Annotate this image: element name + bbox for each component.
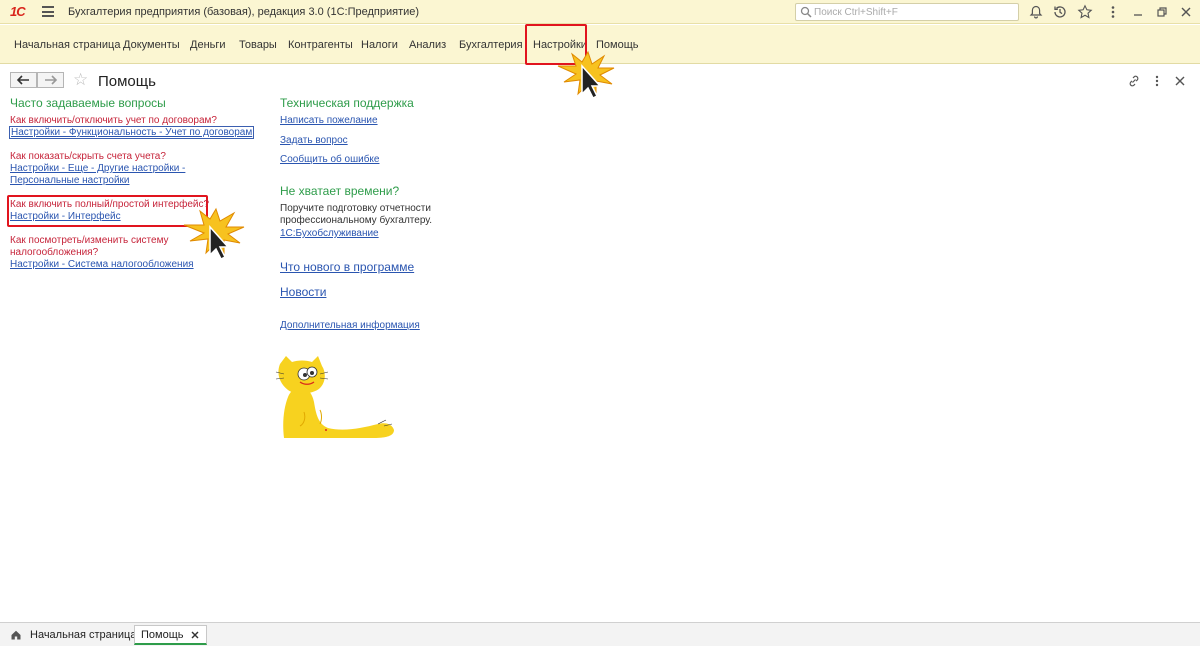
page-title: Помощь — [98, 73, 156, 90]
menu-item-taxes[interactable]: Налоги — [361, 39, 398, 51]
whats-new-link[interactable]: Что нового в программе — [280, 260, 414, 274]
restore-icon[interactable] — [1154, 4, 1170, 20]
tab-home-label: Начальная страница — [30, 629, 137, 641]
menu-item-documents[interactable]: Документы — [123, 39, 180, 51]
minimize-icon[interactable] — [1130, 4, 1146, 20]
no-time-text-line1: Поручите подготовку отчетности — [280, 203, 431, 214]
click-cursor-icon — [557, 50, 615, 100]
close-window-icon[interactable] — [1178, 4, 1194, 20]
cat-illustration — [275, 356, 394, 438]
back-button[interactable] — [10, 72, 37, 88]
support-link-suggest[interactable]: Написать пожелание — [280, 115, 378, 126]
close-tab-icon[interactable] — [190, 630, 200, 640]
faq-question-contracts: Как включить/отключить учет по договорам… — [10, 115, 217, 126]
more-info-link[interactable]: Дополнительная информация — [280, 320, 420, 331]
faq-link-accounts-line1[interactable]: Настройки - Еще - Другие настройки - — [10, 163, 185, 174]
history-icon[interactable] — [1052, 4, 1068, 20]
more-actions-icon[interactable] — [1151, 74, 1163, 88]
faq-link-interface[interactable]: Настройки - Интерфейс — [10, 211, 121, 222]
tab-help-label: Помощь — [141, 628, 184, 641]
search-box[interactable] — [795, 3, 1019, 21]
news-link[interactable]: Новости — [280, 285, 326, 299]
menu-item-analysis[interactable]: Анализ — [409, 39, 446, 51]
menu-item-money[interactable]: Деньги — [190, 39, 226, 51]
forward-button[interactable] — [37, 72, 64, 88]
title-bar: 1С Бухгалтерия предприятия (базовая), ре… — [0, 0, 1200, 24]
main-menu-icon[interactable] — [42, 6, 54, 17]
faq-question-tax-line2: налогообложения? — [10, 247, 99, 258]
open-windows-bar: Начальная страница Помощь — [0, 622, 1200, 646]
favorite-star-icon[interactable]: ☆ — [73, 71, 88, 88]
arrow-right-icon — [45, 75, 58, 85]
more-vertical-icon[interactable] — [1105, 4, 1121, 20]
menu-item-goods[interactable]: Товары — [239, 39, 277, 51]
click-cursor-icon — [183, 207, 245, 261]
support-link-question[interactable]: Задать вопрос — [280, 135, 348, 146]
outsourcing-link[interactable]: 1С:Бухобслуживание — [280, 228, 379, 239]
home-icon — [11, 630, 21, 640]
faq-heading: Часто задаваемые вопросы — [10, 96, 166, 110]
app-logo[interactable]: 1С — [10, 4, 26, 19]
tab-home[interactable]: Начальная страница — [6, 625, 140, 645]
no-time-heading: Не хватает времени? — [280, 184, 400, 198]
favorites-star-icon[interactable] — [1077, 4, 1093, 20]
arrow-left-icon — [16, 75, 29, 85]
support-link-bug[interactable]: Сообщить об ошибке — [280, 154, 379, 165]
app-title: Бухгалтерия предприятия (базовая), редак… — [68, 6, 420, 18]
menu-item-home[interactable]: Начальная страница — [14, 39, 120, 51]
faq-question-accounts: Как показать/скрыть счета учета? — [10, 151, 166, 162]
faq-link-accounts-line2[interactable]: Персональные настройки — [10, 175, 130, 186]
no-time-text-line2: профессиональному бухгалтеру. — [280, 215, 433, 226]
faq-question-tax-line1: Как посмотреть/изменить систему — [10, 235, 169, 246]
tab-help[interactable]: Помощь — [134, 625, 207, 645]
link-icon[interactable] — [1127, 74, 1141, 88]
faq-link-tax[interactable]: Настройки - Система налогообложения — [10, 259, 194, 270]
close-page-icon[interactable] — [1173, 74, 1187, 88]
menu-item-contractors[interactable]: Контрагенты — [288, 39, 353, 51]
support-heading: Техническая поддержка — [280, 96, 414, 110]
search-icon — [800, 6, 812, 18]
faq-link-contracts[interactable]: Настройки - Функциональность - Учет по д… — [9, 126, 255, 139]
search-input[interactable] — [814, 5, 1014, 19]
bell-icon[interactable] — [1028, 4, 1044, 20]
menu-item-accounting[interactable]: Бухгалтерия — [459, 39, 523, 51]
